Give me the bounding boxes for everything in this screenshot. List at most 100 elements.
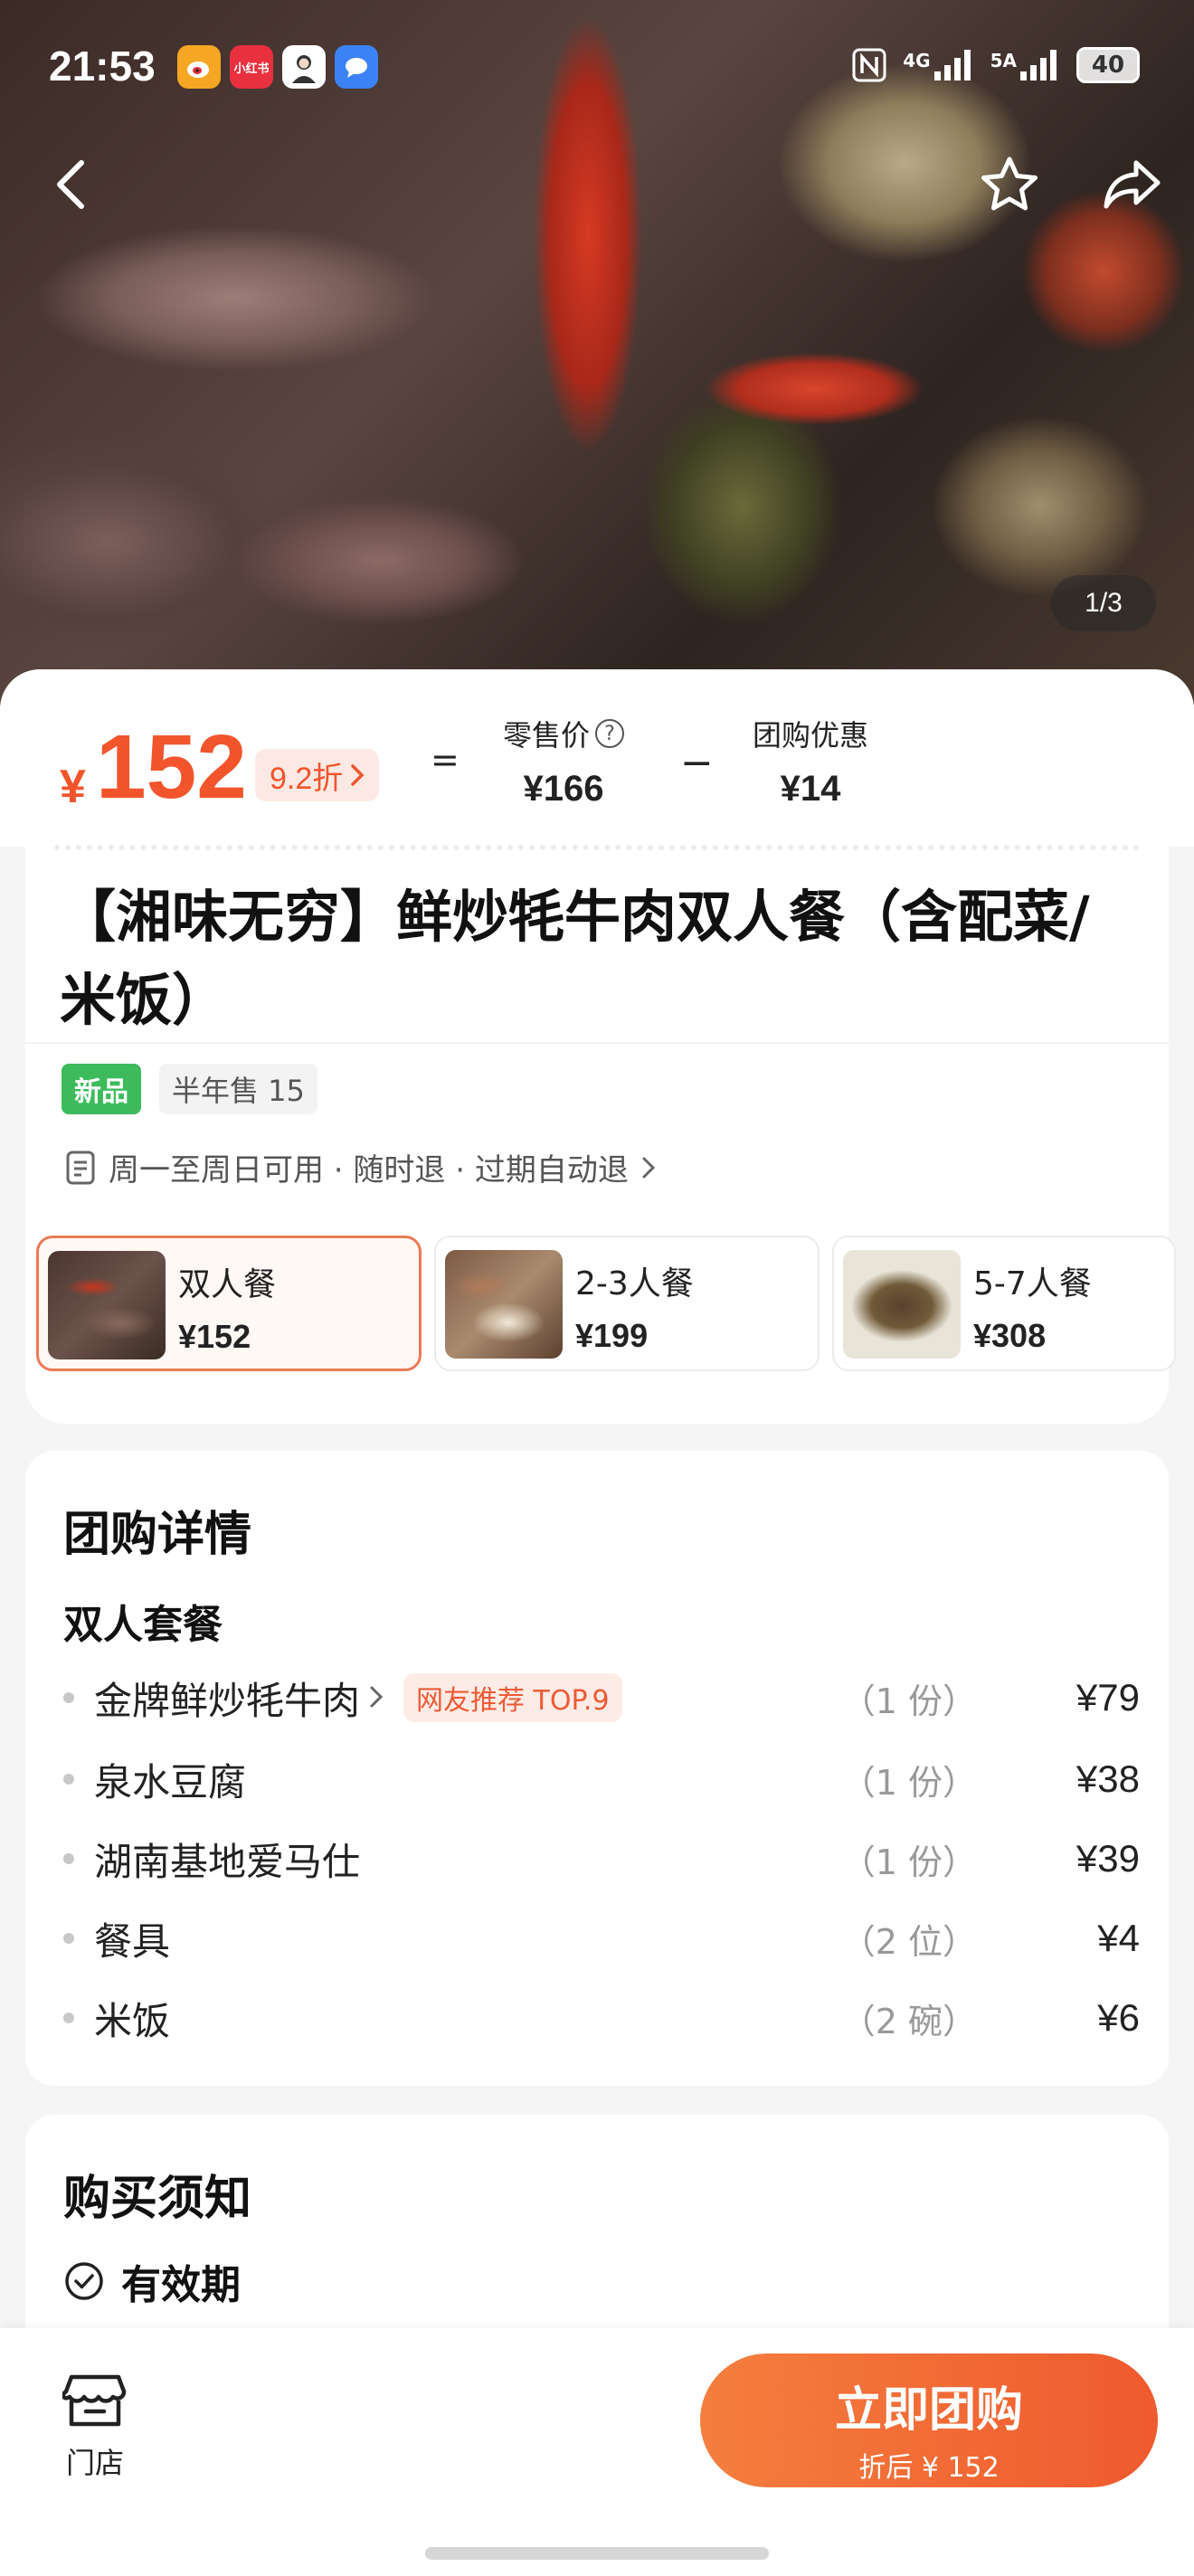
usage-rules-text: 周一至周日可用 · 随时退 · 过期自动退 — [109, 1152, 629, 1189]
status-indicators: 4G 5A 40 — [852, 47, 1140, 83]
equals-sign: = — [431, 740, 460, 780]
check-circle-icon — [65, 2262, 103, 2300]
set-item-row: 湖南基地爱马仕 （1 份） ¥39 — [63, 1827, 1140, 1890]
group-detail-title: 团购详情 — [63, 1508, 252, 1562]
item-price: ¥38 — [1076, 1757, 1140, 1800]
group-discount-value: ¥14 — [780, 769, 841, 809]
signal-5a-label: 5A — [990, 50, 1017, 71]
store-icon — [61, 2374, 127, 2427]
chevron-right-icon — [642, 1157, 655, 1178]
discount-badge[interactable]: 9.2折 — [255, 749, 380, 801]
retail-price-block: 零售价? ¥166 — [503, 713, 625, 810]
package-option-5-7p[interactable]: 5-7人餐 ¥308 — [832, 1236, 1176, 1371]
store-button[interactable]: 门店 — [54, 2370, 136, 2482]
signal-bars-icon — [1020, 50, 1057, 80]
set-item-row[interactable]: 金牌鲜炒牦牛肉 网友推荐 TOP.9 （1 份） ¥79 — [63, 1666, 1140, 1729]
page: 21:53 小红书 4G 5A 40 1/3 ¥ 152 9.2折 = 零售价 … — [0, 0, 1194, 2576]
item-price: ¥39 — [1076, 1837, 1140, 1880]
buy-now-subtext: 折后 ¥ 152 — [858, 2452, 1000, 2484]
bullet-dot — [63, 1853, 74, 1864]
document-icon — [66, 1151, 95, 1184]
product-info-card: 【湘味无穷】鲜炒牦牛肉双人餐（含配菜/米饭） 新品 半年售 15 周一至周日可用… — [25, 841, 1176, 1424]
price-currency: ¥ — [60, 761, 86, 813]
group-detail-card: 团购详情 双人套餐 金牌鲜炒牦牛肉 网友推荐 TOP.9 （1 份） ¥79 泉… — [25, 1451, 1169, 2086]
star-icon — [981, 156, 1038, 211]
package-option-2p[interactable]: 双人餐 ¥152 — [36, 1236, 422, 1371]
xiaohongshu-icon: 小红书 — [230, 45, 273, 89]
signal-bars-icon — [933, 50, 971, 80]
bottom-action-bar: 门店 立即团购 折后 ¥ 152 — [0, 2328, 1194, 2576]
chevron-right-icon — [351, 764, 365, 786]
image-counter: 1/3 — [1051, 575, 1156, 631]
avatar-app-icon — [282, 45, 326, 89]
store-label: 门店 — [65, 2446, 124, 2480]
package-name: 5-7人餐 — [973, 1265, 1092, 1302]
minus-sign: − — [680, 740, 714, 786]
back-arrow-icon — [57, 160, 84, 209]
sales-badge: 半年售 15 — [159, 1064, 317, 1114]
item-price: ¥6 — [1097, 1996, 1140, 2039]
nfc-icon — [852, 48, 886, 82]
back-button[interactable] — [33, 147, 109, 223]
package-option-2-3p[interactable]: 2-3人餐 ¥199 — [434, 1236, 820, 1371]
bullet-dot — [63, 1692, 74, 1703]
hero-food-image[interactable]: 21:53 小红书 4G 5A 40 1/3 — [0, 0, 1194, 706]
buy-now-button[interactable]: 立即团购 折后 ¥ 152 — [700, 2353, 1158, 2487]
item-price: ¥79 — [1076, 1676, 1140, 1719]
divider — [25, 1042, 1169, 1044]
package-price: ¥152 — [178, 1318, 251, 1355]
status-time: 21:53 — [49, 43, 156, 90]
chevron-right-icon — [369, 1678, 384, 1718]
retail-price-label: 零售价 — [503, 718, 591, 753]
group-discount-block: 团购优惠 ¥14 — [753, 713, 868, 810]
package-name: 2-3人餐 — [575, 1265, 694, 1302]
usage-rules[interactable]: 周一至周日可用 · 随时退 · 过期自动退 — [65, 1145, 656, 1189]
item-quantity: （2 位） — [840, 1921, 977, 1962]
item-name: 泉水豆腐 — [94, 1759, 247, 1804]
item-quantity: （2 碗） — [840, 2001, 977, 2041]
package-price: ¥308 — [973, 1317, 1047, 1354]
package-thumbnail — [843, 1250, 961, 1359]
bullet-dot — [63, 1933, 74, 1944]
item-quantity: （1 份） — [840, 1762, 977, 1803]
package-name: 双人餐 — [178, 1266, 277, 1303]
validity-label: 有效期 — [121, 2262, 241, 2308]
validity-heading: 有效期 — [63, 2252, 241, 2310]
item-price: ¥4 — [1097, 1917, 1140, 1959]
item-name: 金牌鲜炒牦牛肉 — [94, 1678, 361, 1723]
set-item-row: 米饭 （2 碗） ¥6 — [63, 1986, 1140, 2050]
purchase-notice-title: 购买须知 — [63, 2172, 252, 2226]
share-button[interactable] — [1094, 147, 1170, 223]
message-app-icon — [335, 45, 378, 89]
xiaohongshu-label: 小红书 — [233, 62, 270, 76]
price-section: ¥ 152 9.2折 = 零售价? ¥166 − 团购优惠 ¥14 — [0, 669, 1194, 847]
favorite-button[interactable] — [971, 147, 1047, 223]
help-icon[interactable]: ? — [595, 719, 625, 748]
new-badge: 新品 — [62, 1064, 141, 1114]
share-icon — [1104, 160, 1161, 209]
signal-5a: 5A — [990, 50, 1060, 80]
item-name: 米饭 — [94, 1998, 171, 2043]
discount-label: 9.2折 — [270, 761, 344, 796]
product-title: 【湘味无穷】鲜炒牦牛肉双人餐（含配菜/米饭） — [60, 884, 1090, 1033]
buy-now-label: 立即团购 — [834, 2383, 1023, 2438]
set-name: 双人套餐 — [63, 1602, 223, 1648]
retail-price-value: ¥166 — [523, 769, 604, 809]
bullet-dot — [63, 1774, 74, 1785]
signal-4g: 4G — [903, 50, 973, 80]
item-quantity: （1 份） — [840, 1842, 977, 1882]
group-discount-label: 团购优惠 — [753, 718, 869, 753]
home-indicator[interactable] — [425, 2547, 769, 2560]
recommend-badge: 网友推荐 TOP.9 — [403, 1673, 622, 1722]
status-app-icons: 小红书 — [177, 45, 378, 89]
group-price: 152 — [96, 716, 247, 818]
set-item-row: 餐具 （2 位） ¥4 — [63, 1907, 1140, 1970]
dotted-divider — [54, 845, 1140, 850]
item-name: 湖南基地爱马仕 — [94, 1839, 361, 1884]
bullet-dot — [63, 2012, 74, 2023]
package-thumbnail — [48, 1251, 166, 1359]
package-thumbnail — [445, 1250, 563, 1359]
battery-indicator: 40 — [1076, 47, 1140, 83]
weibo-icon — [177, 45, 221, 89]
status-bar: 21:53 小红书 4G 5A 40 — [0, 36, 1194, 109]
